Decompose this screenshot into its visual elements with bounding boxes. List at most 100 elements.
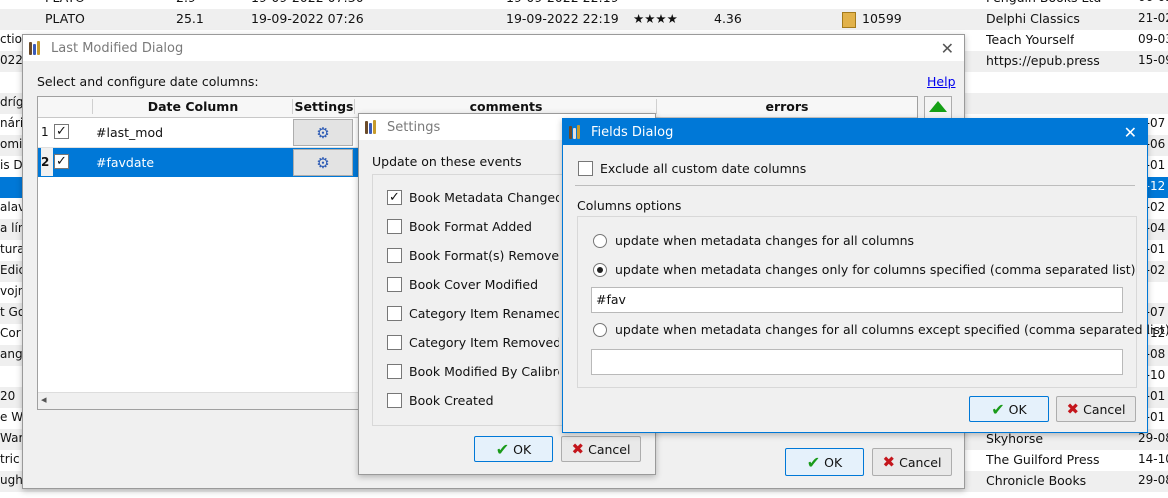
book-size: 2.9 xyxy=(176,0,196,5)
except-columns-input[interactable] xyxy=(591,349,1123,375)
event-label: Book Format(s) Removed xyxy=(409,248,559,263)
goodreads-icon xyxy=(842,12,856,28)
help-link[interactable]: Help xyxy=(927,74,956,89)
columns-options-label: Columns options xyxy=(577,198,682,213)
book-publisher: Delphi Classics xyxy=(986,11,1080,26)
event-checkbox[interactable] xyxy=(387,306,402,321)
event-label: Book Modified By Calibre Ed xyxy=(409,364,559,379)
row-fragment-left: t Go xyxy=(0,305,22,319)
col-header-comments[interactable]: comments xyxy=(354,99,657,114)
date-column-name[interactable]: #last_mod xyxy=(96,125,163,140)
event-label: Book Cover Modified xyxy=(409,277,538,292)
event-label: Book Metadata Changed xyxy=(409,190,559,205)
dialog-title: Last Modified Dialog xyxy=(51,40,184,56)
radio-all-columns[interactable] xyxy=(593,234,607,248)
title-bar: Fields Dialog ✕ xyxy=(563,119,1147,145)
ok-button[interactable]: ✔ OK xyxy=(785,448,864,476)
event-label: Book Format Added xyxy=(409,219,532,234)
fields-dialog: Fields Dialog ✕ Exclude all custom date … xyxy=(562,118,1168,433)
row-fragment-left: 20 xyxy=(0,389,16,403)
gear-icon: ⚙ xyxy=(316,123,330,142)
row-fragment-left: drígu xyxy=(0,95,22,109)
col-header-errors[interactable]: errors xyxy=(656,99,917,114)
row-fragment-right: 14-10 xyxy=(1138,452,1168,466)
row-fragment-left: alavr xyxy=(0,200,22,214)
book-publisher: The Guilford Press xyxy=(986,452,1100,467)
title-bar: Last Modified Dialog ✕ xyxy=(23,35,964,61)
book-publisher: Penguin Books Ltd xyxy=(986,0,1101,5)
book-size: 25.1 xyxy=(176,11,204,26)
columns-options-group: update when metadata changes for all col… xyxy=(577,216,1168,388)
scroll-left-icon[interactable]: ◂ xyxy=(41,393,47,406)
settings-gear-button[interactable]: ⚙ xyxy=(293,149,353,176)
row-fragment-left: War xyxy=(0,431,22,445)
event-checkbox[interactable] xyxy=(387,248,402,263)
book-title: PLATO xyxy=(45,11,85,26)
calibre-app-icon xyxy=(569,125,583,139)
event-checkbox[interactable] xyxy=(387,364,402,379)
book-date: 19-09-2022 07:26 xyxy=(251,11,364,26)
row-fragment-right: 29-08 xyxy=(1138,431,1168,445)
row-fragment-right: 09-03 xyxy=(1138,32,1168,46)
event-checkbox[interactable]: ✓ xyxy=(387,190,402,205)
dialog-title: Settings xyxy=(387,119,441,135)
event-checkbox[interactable] xyxy=(387,393,402,408)
row-fragment-right: 15-09 xyxy=(1138,53,1168,67)
book-publisher: Skyhorse xyxy=(986,431,1044,446)
radio-except-specified[interactable] xyxy=(593,323,607,337)
cancel-x-icon: ✖ xyxy=(1066,400,1080,418)
cancel-button[interactable]: ✖ Cancel xyxy=(872,448,952,476)
col-header-settings[interactable]: Settings xyxy=(292,99,355,114)
only-columns-input[interactable]: #fav xyxy=(591,287,1123,313)
ok-label: OK xyxy=(824,454,843,470)
row-enabled-checkbox[interactable]: ✓ xyxy=(54,124,69,139)
exclude-checkbox[interactable] xyxy=(578,161,593,176)
table-row[interactable]: PLATO 2.9 19-09-2022 07:30 19-09-2022 22:19… xyxy=(0,0,1168,9)
row-fragment-left: Cor xyxy=(0,326,21,340)
row-fragment-left: Edic xyxy=(0,263,22,277)
book-modified: 19-09-2022 22:19 xyxy=(506,11,619,26)
settings-gear-button[interactable]: ⚙ xyxy=(293,119,353,146)
event-checkbox[interactable] xyxy=(387,277,402,292)
separator xyxy=(575,185,1135,186)
row-fragment-left: a lín xyxy=(0,221,22,235)
ok-button[interactable]: ✔ OK xyxy=(474,436,553,462)
dialog-title: Fields Dialog xyxy=(591,124,674,140)
row-fragment-left: nário xyxy=(0,116,22,130)
event-checkbox[interactable] xyxy=(387,335,402,350)
cancel-button[interactable]: ✖ Cancel xyxy=(1056,396,1136,422)
row-fragment-left: tric xyxy=(0,452,20,466)
row-fragment-left: 022 xyxy=(0,53,22,67)
ok-label: OK xyxy=(513,441,532,457)
row-fragment-left: ugh xyxy=(0,473,22,487)
table-row[interactable]: PLATO 25.1 19-09-2022 07:26 19-09-2022 22:1… xyxy=(0,9,1168,30)
book-count: 10599 xyxy=(862,11,902,26)
row-fragment-left: is Di xyxy=(0,158,22,172)
date-column-name[interactable]: #favdate xyxy=(96,155,154,170)
events-section-label: Update on these events xyxy=(372,154,522,169)
col-header-date-column[interactable]: Date Column xyxy=(92,99,293,114)
event-label: Category Item Renamed xyxy=(409,306,559,321)
gear-icon: ⚙ xyxy=(316,153,330,172)
event-label: Book Created xyxy=(409,393,494,408)
close-icon[interactable]: ✕ xyxy=(1124,123,1137,142)
row-fragment-right: 06-05 xyxy=(1138,0,1168,4)
row-enabled-checkbox[interactable]: ✓ xyxy=(54,154,69,169)
cancel-label: Cancel xyxy=(899,454,942,470)
radio-only-specified-label: update when metadata changes only for co… xyxy=(615,262,1136,277)
ok-button[interactable]: ✔ OK xyxy=(969,396,1049,422)
radio-only-specified[interactable] xyxy=(593,263,607,277)
close-icon[interactable]: ✕ xyxy=(941,39,954,58)
calibre-app-icon xyxy=(365,120,379,134)
cancel-label: Cancel xyxy=(588,441,631,457)
cancel-button[interactable]: ✖ Cancel xyxy=(561,436,641,462)
event-checkbox[interactable] xyxy=(387,219,402,234)
book-publisher: Chronicle Books xyxy=(986,473,1087,488)
row-fragment-left: ang xyxy=(0,347,22,361)
radio-all-columns-label: update when metadata changes for all col… xyxy=(615,233,915,248)
move-up-button[interactable] xyxy=(924,96,952,120)
checkmark-icon: ✔ xyxy=(991,399,1005,419)
cancel-x-icon: ✖ xyxy=(882,453,896,471)
calibre-app-icon xyxy=(29,41,43,55)
book-rating-stars: ★★★★ xyxy=(633,11,678,26)
